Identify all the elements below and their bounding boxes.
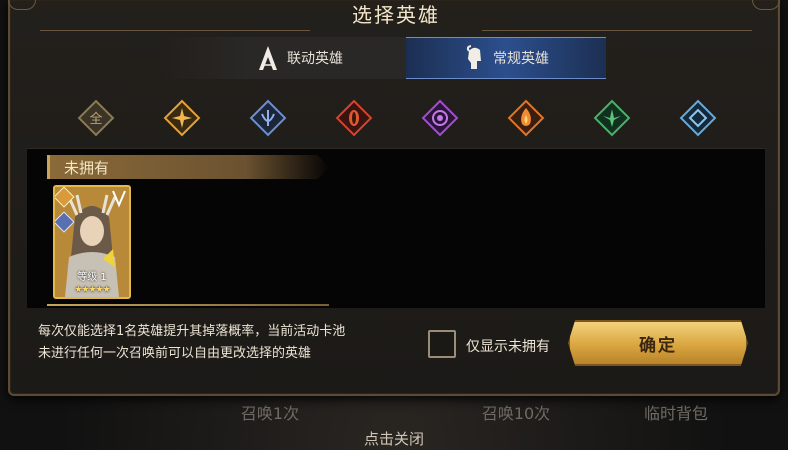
filter-nature-button[interactable] <box>592 98 632 138</box>
hero-level-value: 1 <box>100 272 107 283</box>
tab-collab-heroes[interactable]: 联动英雄 <box>200 37 400 79</box>
assassin-creed-icon <box>257 45 279 71</box>
blood-element-icon <box>335 99 373 137</box>
select-hero-dialog: 选择英雄 联动英雄 常规英雄 全 未拥有 等级 1 ★★★★★ 每次仅能选择1名… <box>8 0 780 396</box>
filter-light-button[interactable] <box>162 98 202 138</box>
tab-regular-heroes[interactable]: 常规英雄 <box>406 37 606 79</box>
show-unowned-checkbox[interactable] <box>428 330 456 358</box>
summon-once-tab: 召唤1次 <box>240 404 300 423</box>
spartan-helmet-icon <box>463 45 485 71</box>
hero-list-panel[interactable]: 未拥有 等级 1 ★★★★★ <box>27 148 765 308</box>
description-line-1: 每次仅能选择1名英雄提升其掉落概率，当前活动卡池 <box>38 324 346 339</box>
hero-type-tabs: 联动英雄 常规英雄 <box>160 37 608 79</box>
filter-fire-button[interactable] <box>506 98 546 138</box>
close-hint[interactable]: 点击关闭 <box>0 428 788 449</box>
tab-collab-heroes-label: 联动英雄 <box>287 51 343 67</box>
hero-level-label: 等级 <box>77 272 98 283</box>
confirm-button[interactable]: 确定 <box>568 320 748 366</box>
all-filter-icon: 全 <box>77 99 115 137</box>
hero-level: 等级 1 <box>55 268 129 283</box>
title-divider-right <box>482 30 752 31</box>
tab-regular-heroes-label: 常规英雄 <box>493 51 549 67</box>
description-line-2: 未进行任何一次召唤前可以自由更改选择的英雄 <box>38 346 312 361</box>
light-element-icon <box>163 99 201 137</box>
dialog-title: 选择英雄 <box>352 3 440 27</box>
void-element-icon <box>421 99 459 137</box>
section-banner-unowned: 未拥有 <box>47 155 329 179</box>
filter-ice-button[interactable] <box>678 98 718 138</box>
fire-element-icon <box>507 99 545 137</box>
ice-element-icon <box>679 99 717 137</box>
water-element-icon <box>249 99 287 137</box>
nature-element-icon <box>593 99 631 137</box>
temp-bag-tab: 临时背包 <box>643 404 708 423</box>
filter-all-button[interactable]: 全 <box>76 98 116 138</box>
element-filters: 全 <box>10 98 782 140</box>
section-banner-label: 未拥有 <box>64 159 110 177</box>
filter-water-button[interactable] <box>248 98 288 138</box>
hero-card[interactable]: 等级 1 ★★★★★ <box>53 185 131 299</box>
scroll-indicator[interactable] <box>47 304 329 306</box>
show-unowned-label[interactable]: 仅显示未拥有 <box>466 336 550 356</box>
filter-blood-button[interactable] <box>334 98 374 138</box>
summon-ten-tab: 召唤10次 <box>481 404 551 423</box>
hero-stars: ★★★★★ <box>74 285 110 295</box>
filter-all-label: 全 <box>89 111 102 127</box>
description-text: 每次仅能选择1名英雄提升其掉落概率，当前活动卡池 未进行任何一次召唤前可以自由更… <box>38 321 428 365</box>
title-divider-left <box>40 30 310 31</box>
filter-void-button[interactable] <box>420 98 460 138</box>
